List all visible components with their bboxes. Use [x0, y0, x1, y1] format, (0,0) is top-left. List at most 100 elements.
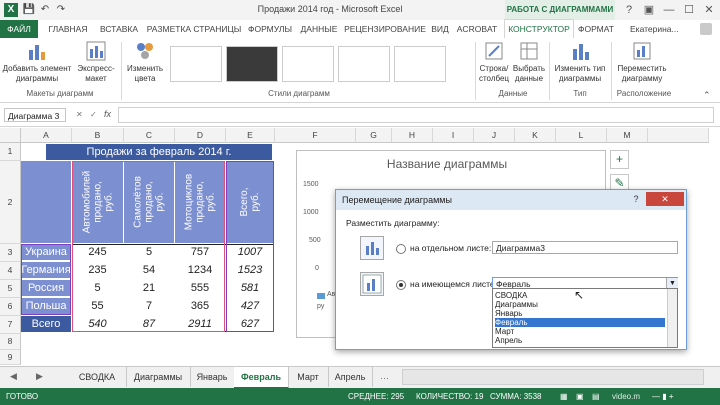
sheet-tab-april[interactable]: Апрель	[328, 367, 373, 387]
table-title[interactable]: Продажи за февраль 2014 г.	[46, 144, 272, 160]
dialog-titlebar[interactable]: Перемещение диаграммы ? ✕	[336, 190, 686, 210]
chart-tools-title: РАБОТА С ДИАГРАММАМИ	[505, 0, 615, 20]
list-item[interactable]: Январь	[495, 309, 665, 318]
list-item[interactable]: Апрель	[495, 336, 665, 345]
name-box[interactable]: Диаграмма 3	[4, 108, 66, 122]
sheet-tab-charts[interactable]: Диаграммы	[126, 367, 191, 387]
header-cell-a2[interactable]	[21, 161, 71, 243]
maximize-icon[interactable]: ☐	[680, 2, 698, 18]
chart-style-5[interactable]	[394, 46, 446, 82]
tab-view[interactable]: ВИД	[428, 20, 452, 38]
tab-review[interactable]: РЕЦЕНЗИРОВАНИЕ	[342, 20, 428, 38]
tab-acrobat[interactable]: ACROBAT	[452, 20, 502, 38]
page-layout-view-icon[interactable]: ▣	[576, 388, 584, 405]
new-sheet-label[interactable]: на отдельном листе:	[410, 243, 491, 253]
row-header-9[interactable]: 9	[0, 350, 21, 365]
avatar[interactable]	[700, 23, 712, 35]
tab-data[interactable]: ДАННЫЕ	[296, 20, 342, 38]
select-all-corner[interactable]	[0, 128, 21, 143]
tab-file[interactable]: ФАЙЛ	[0, 20, 38, 38]
chart-elements-button[interactable]: +	[610, 150, 629, 169]
column-header-f[interactable]: F	[275, 128, 356, 143]
minimize-icon[interactable]: —	[660, 2, 678, 18]
sheet-tab-february[interactable]: Февраль	[234, 367, 289, 389]
list-item-selected[interactable]: Февраль	[495, 318, 665, 327]
dropdown-scrollbar[interactable]	[667, 289, 677, 347]
sheet-tab-march[interactable]: Март	[288, 367, 329, 387]
sheet-dropdown-list: СВОДКА Диаграммы Январь Февраль Март Апр…	[492, 288, 678, 348]
select-data-button[interactable]: Выбрать данные	[512, 40, 546, 84]
quick-layout-button[interactable]: Экспресс-макет	[74, 40, 118, 84]
column-header-a[interactable]: A	[21, 128, 72, 143]
column-header-l[interactable]: L	[556, 128, 607, 143]
next-sheet-icon[interactable]: ▶	[36, 371, 43, 382]
enter-icon[interactable]: ✓	[90, 110, 97, 119]
column-header-c[interactable]: C	[124, 128, 175, 143]
dialog-help-icon[interactable]: ?	[628, 192, 644, 206]
save-icon[interactable]: 💾	[22, 3, 36, 17]
chart-style-1[interactable]	[170, 46, 222, 82]
page-break-view-icon[interactable]: ▤	[592, 388, 600, 405]
column-header-j[interactable]: J	[474, 128, 515, 143]
chart-style-4[interactable]	[338, 46, 390, 82]
chart-title[interactable]: Название диаграммы	[297, 157, 597, 171]
existing-sheet-label[interactable]: на имеющемся листе:	[410, 279, 497, 289]
status-ready: ГОТОВО	[6, 392, 39, 401]
chart-style-3[interactable]	[282, 46, 334, 82]
row-header-4[interactable]: 4	[0, 262, 21, 280]
column-header-e[interactable]: E	[226, 128, 275, 143]
tab-home[interactable]: ГЛАВНАЯ	[42, 20, 94, 38]
switch-row-column-button[interactable]: Строка/ столбец	[478, 40, 510, 84]
help-icon[interactable]: ?	[620, 2, 638, 18]
row-header-3[interactable]: 3	[0, 244, 21, 262]
close-icon[interactable]: ✕	[700, 2, 718, 18]
column-header-m[interactable]: M	[607, 128, 648, 143]
ribbon-display-icon[interactable]: ▣	[640, 2, 658, 18]
column-header-b[interactable]: B	[72, 128, 124, 143]
row-header-2[interactable]: 2	[0, 161, 21, 244]
change-chart-type-button[interactable]: Изменить тип диаграммы	[552, 40, 608, 84]
new-sheet-name-input[interactable]: Диаграмма3	[492, 241, 678, 254]
collapse-ribbon-icon[interactable]: ⌃	[703, 90, 713, 100]
row-header-7[interactable]: 7	[0, 316, 21, 334]
fx-icon[interactable]: fx	[104, 109, 111, 119]
list-item[interactable]: Март	[495, 327, 665, 336]
column-header-h[interactable]: H	[392, 128, 433, 143]
column-header-i[interactable]: I	[433, 128, 474, 143]
undo-icon[interactable]: ↶	[38, 3, 52, 17]
dialog-close-icon[interactable]: ✕	[646, 192, 684, 206]
change-colors-button[interactable]: Изменить цвета	[124, 40, 166, 84]
column-header-d[interactable]: D	[175, 128, 226, 143]
row-header-5[interactable]: 5	[0, 280, 21, 298]
column-header-k[interactable]: K	[515, 128, 556, 143]
tab-insert[interactable]: ВСТАВКА	[94, 20, 144, 38]
column-header-g[interactable]: G	[356, 128, 392, 143]
sheet-tab-january[interactable]: Январь	[190, 367, 235, 387]
formula-input[interactable]	[118, 107, 714, 123]
tab-format[interactable]: ФОРМАТ	[574, 20, 618, 38]
new-sheet-radio[interactable]	[396, 244, 406, 254]
add-chart-element-button[interactable]: Добавить элемент диаграммы	[2, 40, 72, 84]
cancel-icon[interactable]: ✕	[76, 110, 83, 119]
category-highlight	[21, 244, 71, 315]
normal-view-icon[interactable]: ▦	[560, 388, 568, 405]
redo-icon[interactable]: ↷	[54, 3, 68, 17]
row-label-total[interactable]: Всего	[21, 316, 71, 332]
excel-app-icon[interactable]: X	[4, 3, 18, 17]
move-chart-button[interactable]: Переместить диаграмму	[614, 40, 670, 84]
row-header-8[interactable]: 8	[0, 334, 21, 350]
row-header-6[interactable]: 6	[0, 298, 21, 316]
more-sheets-icon[interactable]: …	[380, 371, 389, 381]
legend-entry-2[interactable]: ру	[317, 303, 324, 310]
user-name[interactable]: Екатерина...	[630, 20, 700, 38]
sheet-tab-summary[interactable]: СВОДКА	[68, 367, 127, 387]
row-header-1[interactable]: 1	[0, 143, 21, 161]
tab-page-layout[interactable]: РАЗМЕТКА СТРАНИЦЫ	[144, 20, 244, 38]
zoom-slider[interactable]: — ▮ +	[652, 388, 674, 405]
tab-design[interactable]: КОНСТРУКТОР	[504, 19, 574, 40]
horizontal-scrollbar[interactable]	[402, 369, 704, 385]
existing-sheet-radio[interactable]	[396, 280, 406, 290]
chart-style-2[interactable]	[226, 46, 278, 82]
prev-sheet-icon[interactable]: ◀	[10, 371, 17, 382]
tab-formulas[interactable]: ФОРМУЛЫ	[244, 20, 296, 38]
